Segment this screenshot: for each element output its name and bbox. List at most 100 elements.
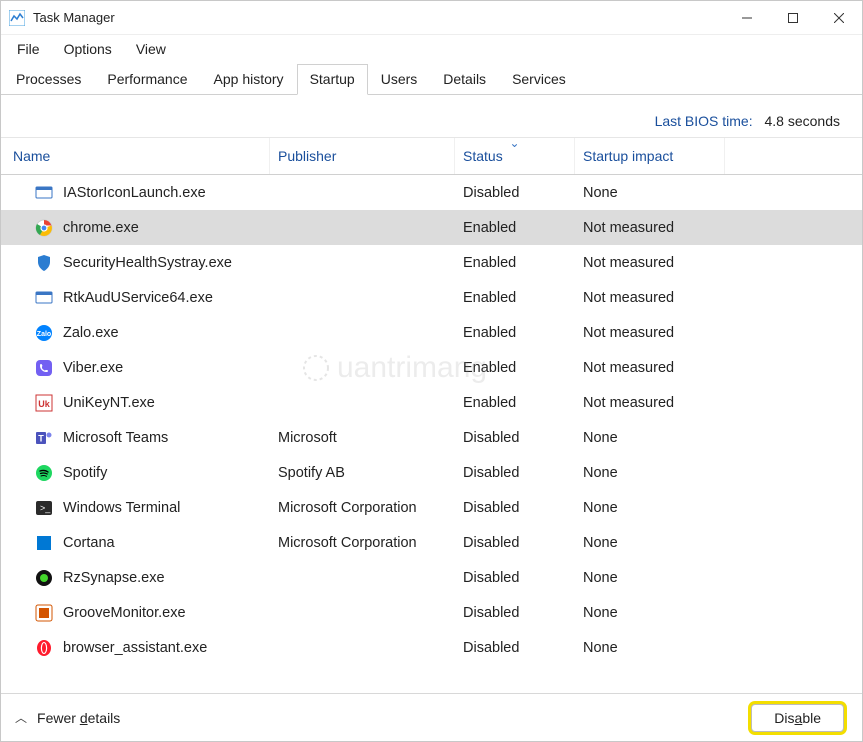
table-row[interactable]: GrooveMonitor.exeDisabledNone bbox=[1, 595, 862, 630]
cell-impact: Not measured bbox=[575, 220, 725, 236]
spotify-icon bbox=[35, 464, 53, 482]
cell-name: >_ Windows Terminal bbox=[5, 499, 270, 517]
tab-startup[interactable]: Startup bbox=[297, 64, 368, 95]
cell-publisher: Microsoft Corporation bbox=[270, 535, 455, 551]
table-row[interactable]: >_ Windows Terminal Microsoft CorporationD… bbox=[1, 490, 862, 525]
cell-status: Disabled bbox=[455, 465, 575, 481]
column-header-status[interactable]: ⌄ Status bbox=[455, 138, 575, 174]
column-header-status-label: Status bbox=[463, 148, 503, 164]
maximize-button[interactable] bbox=[770, 1, 816, 35]
groove-icon bbox=[35, 604, 53, 622]
cell-name: browser_assistant.exe bbox=[5, 639, 270, 657]
cell-publisher: Microsoft bbox=[270, 430, 455, 446]
viber-icon bbox=[35, 359, 53, 377]
disable-button[interactable]: Disable bbox=[751, 704, 844, 732]
app-name: Viber.exe bbox=[63, 360, 123, 376]
table-row[interactable]: RzSynapse.exe DisabledNone bbox=[1, 560, 862, 595]
tab-users[interactable]: Users bbox=[368, 64, 431, 95]
cell-impact: Not measured bbox=[575, 255, 725, 271]
table-row[interactable]: SpotifySpotify ABDisabledNone bbox=[1, 455, 862, 490]
startup-table: Name Publisher ⌄ Status Startup impact I… bbox=[1, 137, 862, 693]
tab-details[interactable]: Details bbox=[430, 64, 499, 95]
cell-status: Disabled bbox=[455, 185, 575, 201]
app-name: UniKeyNT.exe bbox=[63, 395, 155, 411]
cell-name: chrome.exe bbox=[5, 219, 270, 237]
terminal-icon: >_ bbox=[35, 499, 53, 517]
cell-status: Enabled bbox=[455, 325, 575, 341]
app-name: Zalo.exe bbox=[63, 325, 119, 341]
app-name: Spotify bbox=[63, 465, 107, 481]
menu-options[interactable]: Options bbox=[54, 38, 122, 60]
cell-status: Disabled bbox=[455, 500, 575, 516]
cell-status: Enabled bbox=[455, 220, 575, 236]
bios-time-label: Last BIOS time: bbox=[655, 113, 753, 129]
iastor-icon bbox=[35, 184, 53, 202]
table-row[interactable]: IAStorIconLaunch.exe DisabledNone bbox=[1, 175, 862, 210]
tab-services[interactable]: Services bbox=[499, 64, 579, 95]
app-name: Cortana bbox=[63, 535, 115, 551]
table-row[interactable]: browser_assistant.exeDisabledNone bbox=[1, 630, 862, 665]
app-icon bbox=[9, 10, 25, 26]
cell-name: Viber.exe bbox=[5, 359, 270, 377]
chevron-up-icon: ︿ bbox=[15, 709, 27, 726]
close-button[interactable] bbox=[816, 1, 862, 35]
svg-text:Zalo: Zalo bbox=[37, 331, 51, 338]
column-header-impact[interactable]: Startup impact bbox=[575, 138, 725, 174]
task-manager-window: Task Manager File Options View Processes… bbox=[0, 0, 863, 742]
cell-status: Disabled bbox=[455, 570, 575, 586]
cell-status: Enabled bbox=[455, 255, 575, 271]
tab-app-history[interactable]: App history bbox=[201, 64, 297, 95]
app-name: Windows Terminal bbox=[63, 500, 180, 516]
fewer-details-label: Fewer details bbox=[37, 710, 120, 726]
opera-icon bbox=[35, 639, 53, 657]
table-row[interactable]: Viber.exeEnabledNot measured bbox=[1, 350, 862, 385]
table-row[interactable]: T Microsoft Teams MicrosoftDisabledNone bbox=[1, 420, 862, 455]
cell-name: RzSynapse.exe bbox=[5, 569, 270, 587]
table-row[interactable]: CortanaMicrosoft CorporationDisabledNone bbox=[1, 525, 862, 560]
tab-performance[interactable]: Performance bbox=[94, 64, 200, 95]
table-row[interactable]: SecurityHealthSystray.exeEnabledNot meas… bbox=[1, 245, 862, 280]
cell-publisher: Microsoft Corporation bbox=[270, 500, 455, 516]
column-header-name[interactable]: Name bbox=[5, 138, 270, 174]
cell-impact: None bbox=[575, 535, 725, 551]
chrome-icon bbox=[35, 219, 53, 237]
realtek-icon bbox=[35, 289, 53, 307]
cell-impact: None bbox=[575, 430, 725, 446]
tab-strip: Processes Performance App history Startu… bbox=[1, 63, 862, 95]
column-headers: Name Publisher ⌄ Status Startup impact bbox=[1, 137, 862, 175]
fewer-details-toggle[interactable]: ︿ Fewer details bbox=[15, 709, 120, 726]
table-row[interactable]: RtkAudUService64.exeEnabledNot measured bbox=[1, 280, 862, 315]
cell-impact: Not measured bbox=[575, 325, 725, 341]
cell-name: T Microsoft Teams bbox=[5, 429, 270, 447]
cell-status: Disabled bbox=[455, 640, 575, 656]
rows-container[interactable]: IAStorIconLaunch.exeDisabledNonechrome.e… bbox=[1, 175, 862, 693]
shield-icon bbox=[35, 254, 53, 272]
bios-time-value: 4.8 seconds bbox=[765, 113, 841, 129]
table-row[interactable]: chrome.exe EnabledNot measured bbox=[1, 210, 862, 245]
menu-view[interactable]: View bbox=[126, 38, 176, 60]
cell-impact: None bbox=[575, 500, 725, 516]
column-header-publisher[interactable]: Publisher bbox=[270, 138, 455, 174]
minimize-button[interactable] bbox=[724, 1, 770, 35]
app-name: chrome.exe bbox=[63, 220, 139, 236]
cell-impact: None bbox=[575, 570, 725, 586]
cell-impact: None bbox=[575, 465, 725, 481]
table-row[interactable]: UkUniKeyNT.exeEnabledNot measured bbox=[1, 385, 862, 420]
app-name: RzSynapse.exe bbox=[63, 570, 165, 586]
cell-name: Spotify bbox=[5, 464, 270, 482]
cell-status: Enabled bbox=[455, 360, 575, 376]
cell-name: IAStorIconLaunch.exe bbox=[5, 184, 270, 202]
cell-impact: None bbox=[575, 605, 725, 621]
svg-text:T: T bbox=[38, 433, 44, 443]
tab-processes[interactable]: Processes bbox=[3, 64, 94, 95]
cell-impact: None bbox=[575, 185, 725, 201]
cell-status: Disabled bbox=[455, 430, 575, 446]
cell-impact: Not measured bbox=[575, 290, 725, 306]
menu-file[interactable]: File bbox=[7, 38, 50, 60]
app-name: Microsoft Teams bbox=[63, 430, 168, 446]
svg-text:Uk: Uk bbox=[38, 399, 50, 409]
bios-time-row: Last BIOS time: 4.8 seconds bbox=[1, 95, 862, 137]
cortana-icon bbox=[35, 534, 53, 552]
cell-name: Zalo Zalo.exe bbox=[5, 324, 270, 342]
table-row[interactable]: Zalo Zalo.exe EnabledNot measured bbox=[1, 315, 862, 350]
